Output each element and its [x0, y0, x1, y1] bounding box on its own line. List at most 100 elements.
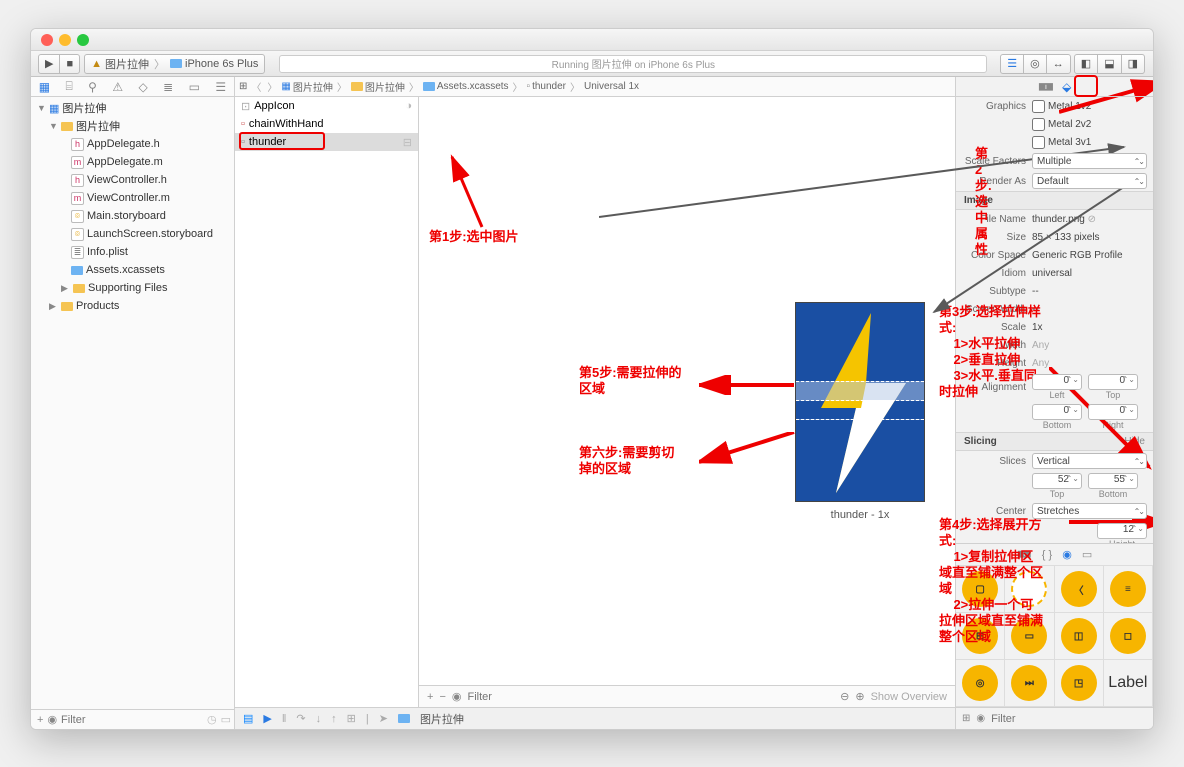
lib-item-11[interactable]: ◳	[1055, 660, 1104, 707]
lib-item-3[interactable]: 〈	[1055, 566, 1104, 613]
lib-item-10[interactable]: ⏭	[1005, 660, 1054, 707]
symbol-nav-icon[interactable]: ⌸	[65, 79, 72, 94]
canvas-add[interactable]: +	[427, 691, 433, 703]
project-root[interactable]: 图片拉伸	[62, 100, 106, 116]
canvas-filter-input[interactable]	[467, 691, 609, 703]
debug-location-icon[interactable]: ➤	[379, 712, 388, 725]
asset-thunder[interactable]: ▫thunder⊟	[235, 133, 418, 151]
toggle-debug[interactable]: ⬓	[1097, 54, 1121, 74]
issue-nav-icon[interactable]: ⚠	[112, 80, 123, 94]
editor-version[interactable]: ↔	[1046, 54, 1071, 74]
zoom-out-icon[interactable]: ⊖	[840, 690, 849, 703]
bc-project[interactable]: 图片拉伸	[293, 79, 333, 94]
lib-view-icon[interactable]: ⊞	[962, 713, 970, 724]
debug-view-icon[interactable]: ⊞	[347, 712, 356, 725]
navigator-tabs[interactable]: ▦ ⌸ ⚲ ⚠ ◇ ≣ ▭ ☰	[31, 77, 234, 97]
breakpoint-nav-icon[interactable]: ▭	[189, 80, 200, 94]
slicing-hide[interactable]: Hide	[1124, 436, 1145, 447]
debug-nav-icon[interactable]: ≣	[163, 80, 173, 94]
minimize-window[interactable]	[59, 34, 71, 46]
align-right-input[interactable]: 0	[1088, 404, 1138, 420]
project-nav-icon[interactable]: ▦	[39, 80, 50, 94]
code-snippet-icon[interactable]: { }	[1042, 549, 1052, 561]
bc-group[interactable]: 图片拉伸	[365, 79, 405, 94]
project-tree[interactable]: ▼▦ 图片拉伸 ▼ 图片拉伸 h AppDelegate.h m AppDele…	[31, 97, 234, 709]
asset-chainwithhand[interactable]: ▫chainWithHand	[235, 115, 418, 133]
center-height-input[interactable]: 12	[1097, 523, 1147, 539]
related-items-icon[interactable]: ⊞	[239, 81, 247, 92]
group-folder[interactable]: 图片拉伸	[76, 118, 120, 134]
center-select[interactable]: Stretches	[1032, 503, 1147, 519]
debug-target[interactable]: 图片拉伸	[420, 711, 464, 727]
slice-top-input[interactable]: 52	[1032, 473, 1082, 489]
zoom-in-icon[interactable]: ⊕	[855, 690, 864, 703]
metal3-checkbox[interactable]	[1032, 136, 1045, 149]
recent-filter-icon[interactable]: ◷	[207, 713, 217, 726]
debug-toggle-icon[interactable]: ▤	[243, 712, 253, 725]
inspector-tabs[interactable]: 🀰 ⬙	[956, 77, 1153, 97]
bc-assets[interactable]: Assets.xcassets	[437, 81, 509, 92]
debug-stepin-icon[interactable]: ↓	[316, 713, 322, 725]
close-window[interactable]	[41, 34, 53, 46]
asset-appicon[interactable]: ⊡AppIcon◑	[235, 97, 418, 115]
file-viewcontroller-h[interactable]: ViewController.h	[87, 174, 167, 186]
lib-item-label[interactable]: Label	[1104, 660, 1153, 707]
object-library-icon[interactable]: ◉	[1062, 548, 1072, 561]
toggle-navigator[interactable]: ◧	[1074, 54, 1098, 74]
lib-filter-input[interactable]	[991, 713, 1147, 725]
editor-standard[interactable]: ☰	[1000, 54, 1024, 74]
asset-outline[interactable]: ⊡AppIcon◑ ▫chainWithHand ▫thunder⊟	[235, 97, 419, 707]
file-appdelegate-m[interactable]: AppDelegate.m	[87, 156, 163, 168]
metal1-checkbox[interactable]	[1032, 100, 1045, 113]
align-left-input[interactable]: 0	[1032, 374, 1082, 390]
align-top-input[interactable]: 0	[1088, 374, 1138, 390]
debug-continue-icon[interactable]: ▶	[263, 712, 271, 725]
products-folder[interactable]: Products	[76, 300, 119, 312]
file-inspector-icon[interactable]: 🀰	[1038, 80, 1054, 94]
debug-stepover-icon[interactable]: ↷	[296, 712, 305, 725]
slice-bottom-input[interactable]: 55	[1088, 473, 1138, 489]
file-viewcontroller-m[interactable]: ViewController.m	[87, 192, 170, 204]
toggle-utilities[interactable]: ◨	[1121, 54, 1145, 74]
editor-assistant[interactable]: ◎	[1023, 54, 1047, 74]
test-nav-icon[interactable]: ◇	[139, 80, 148, 94]
xcode-window: ▶ ■ ▲ 图片拉伸 〉 iPhone 6s Plus Running 图片拉伸…	[30, 28, 1154, 730]
metal2-checkbox[interactable]	[1032, 118, 1045, 131]
editor-breadcrumb[interactable]: ⊞ 〈〉 ▦图片拉伸 〉图片拉伸 〉Assets.xcassets 〉▫thun…	[235, 77, 955, 97]
canvas-remove[interactable]: −	[439, 691, 445, 703]
scheme-selector[interactable]: ▲ 图片拉伸 〉 iPhone 6s Plus	[84, 54, 265, 74]
debug-bar[interactable]: ▤ ▶ ‖ ↷ ↓ ↑ ⊞ | ➤ 图片拉伸	[235, 707, 955, 729]
media-library-icon[interactable]: ▭	[1082, 548, 1092, 561]
attributes-inspector-icon[interactable]: ⬙	[1062, 80, 1071, 94]
clear-filename-icon[interactable]: ⊘	[1088, 214, 1096, 225]
show-overview[interactable]: Show Overview	[871, 691, 947, 703]
bc-universal[interactable]: Universal 1x	[584, 81, 639, 92]
nav-filter-input[interactable]	[61, 714, 203, 726]
file-appdelegate-h[interactable]: AppDelegate.h	[87, 138, 160, 150]
supporting-files[interactable]: Supporting Files	[88, 282, 168, 294]
stop-button[interactable]: ■	[59, 54, 80, 74]
debug-stepout-icon[interactable]: ↑	[331, 713, 337, 725]
file-main-storyboard[interactable]: Main.storyboard	[87, 210, 166, 222]
report-nav-icon[interactable]: ☰	[215, 80, 226, 94]
align-bottom-input[interactable]: 0	[1032, 404, 1082, 420]
image-thunder-preview[interactable]	[795, 302, 925, 502]
scale-factors-select[interactable]: Multiple	[1032, 153, 1147, 169]
debug-pause-icon[interactable]: ‖	[282, 713, 287, 725]
scm-filter-icon[interactable]: ▭	[221, 713, 231, 726]
add-button[interactable]: +	[37, 714, 43, 726]
asset-canvas[interactable]: thunder - 1x 第1步:选中图片 第2步.选中属性 第3步.选择拉伸样…	[419, 97, 955, 707]
file-assets[interactable]: Assets.xcassets	[86, 264, 165, 276]
run-button[interactable]: ▶	[38, 54, 60, 74]
lib-item-9[interactable]: ◎	[956, 660, 1005, 707]
file-info-plist[interactable]: Info.plist	[87, 246, 128, 258]
zoom-window[interactable]	[77, 34, 89, 46]
lib-item-8[interactable]: ◻	[1104, 613, 1153, 660]
lib-item-7[interactable]: ◫	[1055, 613, 1104, 660]
lib-item-4[interactable]: ≡	[1104, 566, 1153, 613]
slices-select[interactable]: Vertical	[1032, 453, 1147, 469]
find-nav-icon[interactable]: ⚲	[88, 80, 97, 94]
render-as-select[interactable]: Default	[1032, 173, 1147, 189]
bc-thunder[interactable]: thunder	[532, 81, 566, 92]
file-launch-storyboard[interactable]: LaunchScreen.storyboard	[87, 228, 213, 240]
